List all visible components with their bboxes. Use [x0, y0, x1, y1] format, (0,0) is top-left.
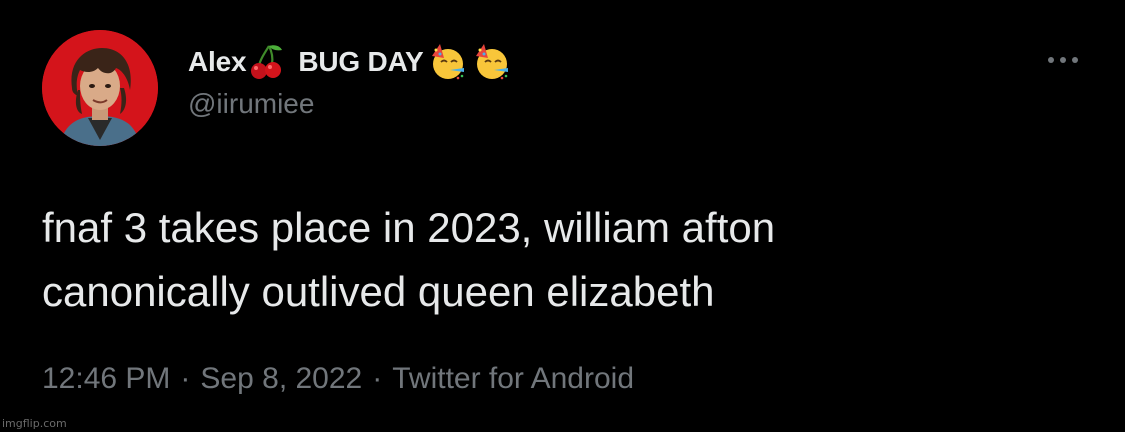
tweet-text: fnaf 3 takes place in 2023, william afto… [42, 196, 1082, 324]
separator: · [372, 362, 383, 395]
tweet-date[interactable]: Sep 8, 2022 [200, 362, 362, 395]
display-name-text: Alex [188, 46, 247, 77]
more-options-icon[interactable] [1043, 50, 1083, 70]
display-name-suffix: BUG DAY [298, 46, 424, 77]
separator: · [180, 362, 191, 395]
tweet-metadata: 12:46 PM · Sep 8, 2022 · Twitter for Android [42, 362, 634, 396]
partying-face-icon [428, 42, 468, 82]
tweet-text-line-2: canonically outlived queen elizabeth [42, 268, 715, 315]
tweet-text-line-1: fnaf 3 takes place in 2023, william afto… [42, 204, 776, 251]
avatar-portrait-icon [42, 30, 158, 146]
display-name[interactable]: Alex BUG DAY [188, 40, 512, 84]
user-handle[interactable]: @iirumiee [188, 88, 512, 120]
tweet-time[interactable]: 12:46 PM [42, 362, 170, 395]
tweet-source[interactable]: Twitter for Android [392, 362, 634, 395]
tweet-header: Alex BUG DAY @iirumiee [188, 40, 512, 120]
cherries-icon [248, 42, 288, 82]
partying-face-icon [472, 42, 512, 82]
watermark: imgflip.com [2, 417, 67, 430]
tweet-card: Alex BUG DAY @iirumiee fnaf 3 takes plac… [0, 0, 1125, 432]
avatar[interactable] [42, 30, 158, 146]
